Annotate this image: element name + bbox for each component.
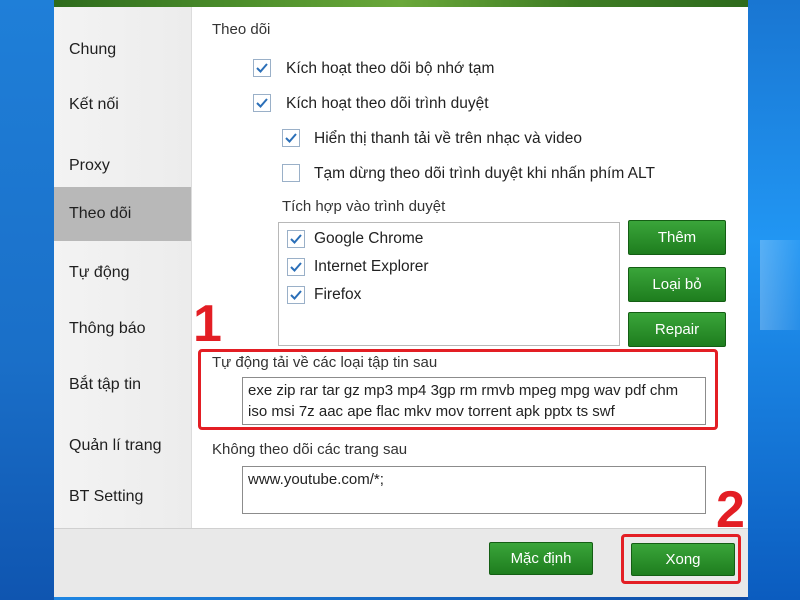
windows-logo-fragment [760, 240, 800, 330]
checkmark-icon [290, 262, 302, 272]
sidebar-item-auto[interactable]: Tự động [54, 246, 191, 300]
checkmark-icon [290, 234, 302, 244]
desktop-background-left [0, 0, 54, 600]
sidebar: Chung Kết nối Proxy Theo dõi Tự động Thô… [54, 7, 192, 528]
content-panel: Theo dõi Kích hoạt theo dõi bộ nhớ tạm K… [192, 7, 748, 528]
sidebar-item-file-capture[interactable]: Bắt tập tin [54, 358, 191, 412]
no-monitor-label: Không theo dõi các trang sau [212, 441, 408, 458]
sidebar-item-label: Quản lí trang [69, 437, 162, 454]
list-item: Firefox [314, 286, 362, 303]
checkbox-download-bar[interactable] [282, 129, 300, 147]
add-button[interactable]: Thêm [628, 220, 726, 255]
checkbox-pause-alt[interactable] [282, 164, 300, 182]
step-number-2: 2 [716, 481, 745, 539]
sidebar-item-label: Tự động [69, 264, 130, 281]
sidebar-item-label: Thông báo [69, 320, 146, 337]
checkmark-icon [256, 98, 268, 108]
option-label: Kích hoạt theo dõi trình duyệt [286, 95, 489, 112]
sidebar-item-label: Kết nối [69, 96, 119, 113]
sidebar-item-label: Theo dõi [69, 205, 132, 222]
sidebar-item-site-manager[interactable]: Quản lí trang [54, 419, 191, 473]
sidebar-item-notifications[interactable]: Thông báo [54, 302, 191, 356]
checkmark-icon [285, 133, 297, 143]
sidebar-item-proxy[interactable]: Proxy [54, 139, 191, 193]
section-title: Theo dõi [212, 21, 271, 38]
checkmark-icon [256, 63, 268, 73]
settings-dialog: Chung Kết nối Proxy Theo dõi Tự động Thô… [54, 7, 748, 597]
checkbox-internet-explorer[interactable] [287, 258, 305, 276]
sidebar-item-label: Chung [69, 41, 117, 58]
list-item: Internet Explorer [314, 258, 429, 275]
header-banner-strip [54, 0, 748, 7]
sidebar-item-label: Proxy [69, 157, 110, 174]
sidebar-item-monitoring[interactable]: Theo dõi [54, 187, 191, 241]
checkbox-browser-monitoring[interactable] [253, 94, 271, 112]
checkbox-firefox[interactable] [287, 286, 305, 304]
option-label: Kích hoạt theo dõi bộ nhớ tạm [286, 60, 495, 77]
remove-button[interactable]: Loại bỏ [628, 267, 726, 302]
sidebar-item-bt-setting[interactable]: BT Setting [54, 470, 191, 524]
list-item: Google Chrome [314, 230, 424, 247]
step-number-1: 1 [193, 295, 222, 353]
checkmark-icon [290, 290, 302, 300]
option-label: Tạm dừng theo dõi trình duyệt khi nhấn p… [314, 165, 655, 182]
checkbox-chrome[interactable] [287, 230, 305, 248]
browser-integration-label: Tích hợp vào trình duyệt [282, 198, 446, 215]
highlight-auto-download-box [198, 349, 718, 430]
sidebar-item-label: Bắt tập tin [69, 376, 142, 393]
repair-button[interactable]: Repair [628, 312, 726, 347]
sidebar-item-label: BT Setting [69, 488, 144, 505]
default-button[interactable]: Mặc định [489, 542, 593, 575]
no-monitor-sites-field[interactable]: www.youtube.com/*; [242, 466, 706, 514]
highlight-done-button-box [621, 534, 741, 584]
browser-list[interactable]: Google Chrome Internet Explorer Firefox [278, 222, 620, 346]
sidebar-item-connection[interactable]: Kết nối [54, 78, 191, 132]
checkbox-cache-monitoring[interactable] [253, 59, 271, 77]
option-label: Hiển thị thanh tải về trên nhạc và video [314, 130, 582, 147]
sidebar-item-general[interactable]: Chung [54, 23, 191, 77]
